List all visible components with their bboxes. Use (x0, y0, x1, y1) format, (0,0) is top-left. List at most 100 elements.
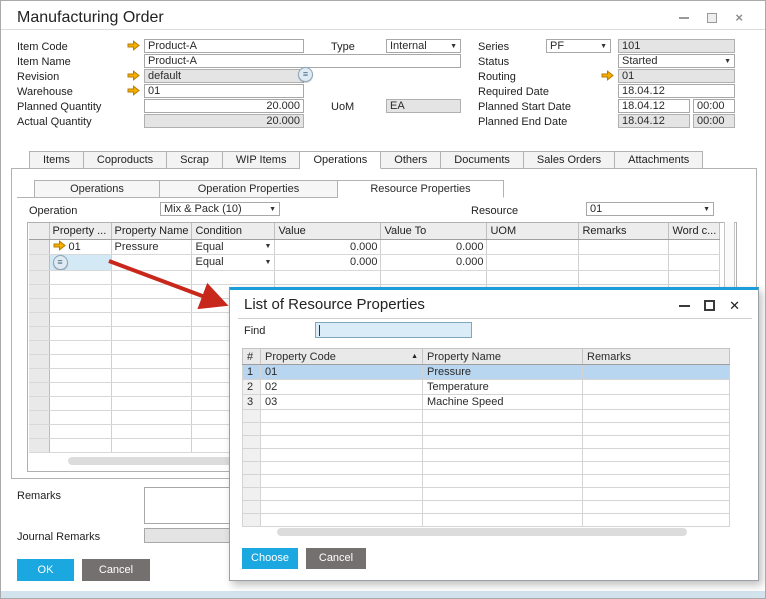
row-selector[interactable] (29, 424, 50, 439)
word-cell[interactable] (668, 254, 721, 271)
empty-cell[interactable] (191, 270, 276, 285)
dialog-minimize-icon[interactable] (679, 304, 691, 307)
empty-cell[interactable] (582, 461, 730, 475)
empty-cell[interactable] (242, 435, 261, 449)
value-cell[interactable]: 0.000 (274, 239, 382, 255)
empty-cell[interactable] (422, 500, 583, 514)
empty-cell[interactable] (242, 487, 261, 501)
empty-cell[interactable] (274, 270, 382, 285)
property-name-cell[interactable]: Pressure (111, 239, 193, 255)
empty-cell[interactable] (49, 382, 112, 397)
empty-cell[interactable] (111, 326, 193, 341)
item-name-field[interactable]: Product-A (144, 54, 461, 68)
tab-documents[interactable]: Documents (441, 151, 524, 169)
planned-quantity-field[interactable]: 20.000 (144, 99, 304, 113)
empty-cell[interactable] (422, 461, 583, 475)
status-dropdown[interactable]: Started ▼ (618, 54, 735, 68)
required-date-field[interactable]: 18.04.12 (618, 84, 735, 98)
property-name-cell[interactable]: Pressure (422, 364, 583, 380)
row-selector[interactable] (29, 239, 50, 255)
empty-cell[interactable] (422, 474, 583, 488)
list-header-property-name[interactable]: Property Name (422, 348, 583, 365)
empty-cell[interactable] (260, 422, 423, 436)
resource-dropdown[interactable]: 01 ▼ (586, 202, 714, 216)
link-arrow-icon[interactable] (601, 70, 614, 81)
row-selector[interactable] (29, 312, 50, 327)
row-selector[interactable] (29, 284, 50, 299)
empty-cell[interactable] (49, 326, 112, 341)
property-code-cell[interactable]: 03 (260, 394, 423, 410)
empty-cell[interactable] (260, 448, 423, 462)
list-row[interactable]: 1 01 Pressure (242, 364, 730, 380)
dialog-close-icon[interactable]: ✕ (729, 299, 740, 312)
empty-cell[interactable] (422, 487, 583, 501)
empty-cell[interactable] (49, 298, 112, 313)
empty-cell[interactable] (111, 340, 193, 355)
operation-dropdown[interactable]: Mix & Pack (10) ▼ (160, 202, 280, 216)
remarks-cell[interactable] (578, 254, 670, 271)
row-selector[interactable] (29, 326, 50, 341)
empty-cell[interactable] (242, 513, 261, 527)
remarks-cell[interactable] (578, 239, 670, 255)
list-header-[interactable]: # (242, 348, 261, 365)
empty-cell[interactable] (111, 368, 193, 383)
choose-from-list-icon[interactable]: ≡ (52, 254, 68, 269)
empty-cell[interactable] (242, 461, 261, 475)
empty-cell[interactable] (111, 354, 193, 369)
empty-cell[interactable] (582, 487, 730, 501)
empty-cell[interactable] (582, 448, 730, 462)
row-selector[interactable] (29, 340, 50, 355)
empty-cell[interactable] (260, 487, 423, 501)
revision-field[interactable]: default (144, 69, 304, 83)
tab-attachments[interactable]: Attachments (615, 151, 704, 169)
empty-cell[interactable] (111, 424, 193, 439)
property-name-cell[interactable] (111, 254, 193, 271)
empty-cell[interactable] (111, 270, 193, 285)
empty-cell[interactable] (49, 354, 112, 369)
row-selector[interactable] (29, 396, 50, 411)
empty-cell[interactable] (582, 422, 730, 436)
item-code-field[interactable]: Product-A (144, 39, 304, 53)
link-arrow-icon[interactable] (127, 70, 140, 81)
tab-wip-items[interactable]: WIP Items (222, 151, 301, 169)
series-dropdown[interactable]: PF ▼ (546, 39, 611, 53)
warehouse-field[interactable]: 01 (144, 84, 304, 98)
row-selector[interactable] (29, 368, 50, 383)
type-dropdown[interactable]: Internal ▼ (386, 39, 461, 53)
empty-cell[interactable] (582, 435, 730, 449)
row-selector[interactable] (29, 410, 50, 425)
value-cell[interactable]: 0.000 (274, 254, 382, 271)
empty-cell[interactable] (260, 513, 423, 527)
empty-cell[interactable] (260, 461, 423, 475)
empty-cell[interactable] (422, 513, 583, 527)
dialog-horizontal-scrollbar[interactable] (277, 528, 687, 536)
empty-cell[interactable] (49, 312, 112, 327)
empty-cell[interactable] (422, 422, 583, 436)
property-code-cell[interactable]: 01 (260, 364, 423, 380)
empty-cell[interactable] (111, 298, 193, 313)
tab-scrap[interactable]: Scrap (167, 151, 223, 169)
empty-cell[interactable] (486, 270, 580, 285)
property-name-cell[interactable]: Temperature (422, 379, 583, 395)
empty-cell[interactable] (582, 513, 730, 527)
empty-cell[interactable] (49, 438, 112, 453)
condition-cell[interactable]: Equal ▼ (191, 254, 276, 271)
dialog-maximize-icon[interactable] (704, 300, 716, 311)
empty-cell[interactable] (582, 474, 730, 488)
value-to-cell[interactable]: 0.000 (380, 254, 488, 271)
link-arrow-icon[interactable] (127, 85, 140, 96)
row-selector[interactable] (29, 298, 50, 313)
property-name-cell[interactable]: Machine Speed (422, 394, 583, 410)
empty-cell[interactable] (49, 368, 112, 383)
row-selector[interactable] (29, 382, 50, 397)
empty-cell[interactable] (260, 474, 423, 488)
empty-cell[interactable] (242, 500, 261, 514)
empty-cell[interactable] (49, 410, 112, 425)
empty-cell[interactable] (422, 435, 583, 449)
remarks-cell[interactable] (582, 394, 730, 410)
ok-button[interactable]: OK (17, 559, 74, 581)
empty-cell[interactable] (242, 409, 261, 423)
property-code-cell[interactable]: ≡ (49, 254, 112, 271)
list-row[interactable]: 2 02 Temperature (242, 379, 730, 395)
minimize-icon[interactable] (679, 17, 690, 19)
